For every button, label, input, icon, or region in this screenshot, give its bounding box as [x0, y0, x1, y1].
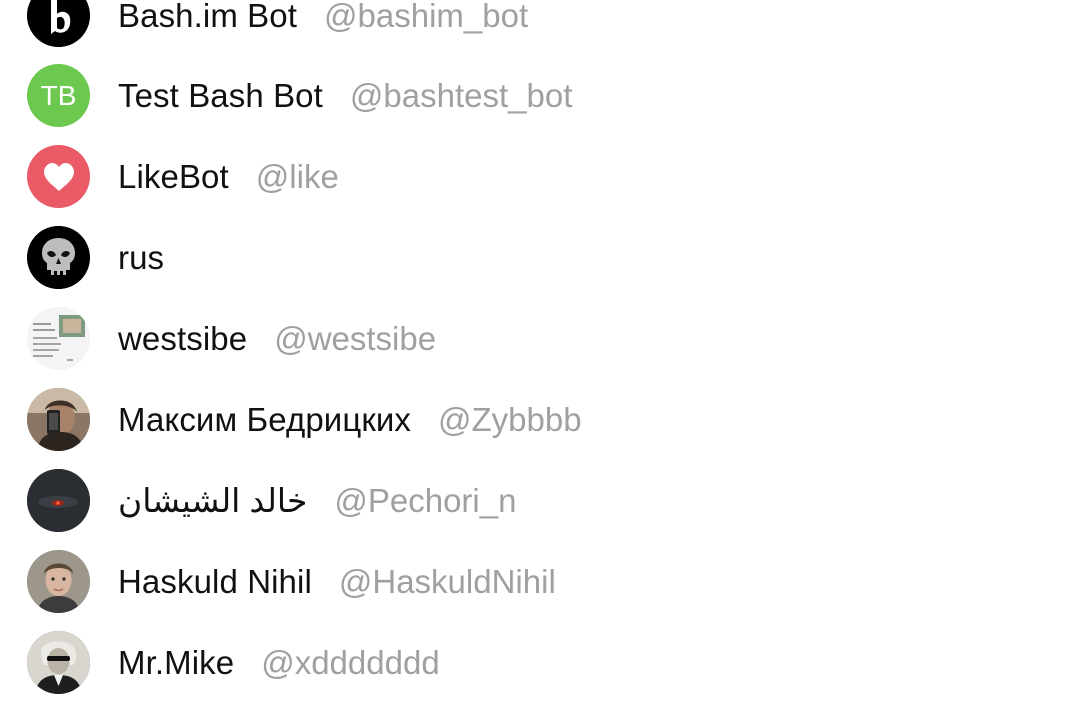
avatar	[27, 388, 90, 451]
contact-name: Test Bash Bot	[118, 76, 323, 114]
avatar	[27, 469, 90, 532]
contact-texts: westsibe @westsibe	[118, 320, 436, 358]
list-item[interactable]: westsibe @westsibe	[0, 298, 1079, 379]
avatar	[27, 145, 90, 208]
contact-texts: خالد الشيشان @Pechori_n	[118, 481, 516, 520]
contact-list: Bash.im Bot @bashim_bot TB Test Bash Bot…	[0, 0, 1079, 708]
avatar	[27, 307, 90, 370]
contact-handle: @xddddddd	[261, 643, 440, 681]
list-item[interactable]: LikeBot @like	[0, 136, 1079, 217]
photo-thumbnail	[27, 307, 90, 370]
contact-texts: Максим Бедрицких @Zybbbb	[118, 401, 582, 439]
contact-handle: @like	[255, 157, 339, 195]
avatar	[27, 550, 90, 613]
contact-handle: @bashtest_bot	[349, 76, 573, 114]
photo-portrait	[27, 550, 90, 613]
list-item[interactable]: Mr.Mike @xddddddd	[0, 622, 1079, 703]
contact-name: خالد الشيشان	[118, 482, 308, 519]
contact-texts: Test Bash Bot @bashtest_bot	[118, 77, 572, 115]
contact-handle: @Zybbbb	[438, 400, 582, 438]
contact-handle: @HaskuldNihil	[338, 562, 556, 600]
contact-name: Haskuld Nihil	[118, 562, 312, 600]
contact-texts: Bash.im Bot @bashim_bot	[118, 0, 528, 35]
contact-texts: Mr.Mike @xddddddd	[118, 644, 440, 682]
avatar-initials: TB	[40, 79, 77, 111]
list-item[interactable]: Haskuld Nihil @HaskuldNihil	[0, 541, 1079, 622]
contact-texts: LikeBot @like	[118, 158, 339, 196]
photo-engraving	[27, 631, 90, 694]
contact-handle: @bashim_bot	[324, 0, 529, 34]
list-item[interactable]: TB Test Bash Bot @bashtest_bot	[0, 55, 1079, 136]
contact-name: rus	[118, 238, 165, 276]
list-item[interactable]: rus	[0, 217, 1079, 298]
avatar	[27, 631, 90, 694]
list-item[interactable]: خالد الشيشان @Pechori_n	[0, 460, 1079, 541]
contact-name: LikeBot	[118, 157, 229, 195]
avatar	[27, 0, 90, 47]
contact-name: Bash.im Bot	[118, 0, 298, 34]
contact-handle: @Pechori_n	[334, 482, 517, 519]
heart-icon	[43, 162, 74, 191]
contact-handle: @westsibe	[274, 319, 437, 357]
avatar: TB	[27, 64, 90, 127]
list-item[interactable]: Максим Бедрицких @Zybbbb	[0, 379, 1079, 460]
contact-name: westsibe	[118, 319, 248, 357]
contact-texts: Haskuld Nihil @HaskuldNihil	[118, 563, 556, 601]
bash-logo-icon	[27, 0, 90, 47]
photo-dark	[27, 469, 90, 532]
list-item[interactable]: Bash.im Bot @bashim_bot	[0, 0, 1079, 56]
contact-name: Максим Бедрицких	[118, 400, 412, 438]
avatar	[27, 226, 90, 289]
contact-texts: rus	[118, 239, 164, 277]
skull-icon	[27, 226, 90, 289]
photo-selfie	[27, 388, 90, 451]
contact-name: Mr.Mike	[118, 643, 235, 681]
